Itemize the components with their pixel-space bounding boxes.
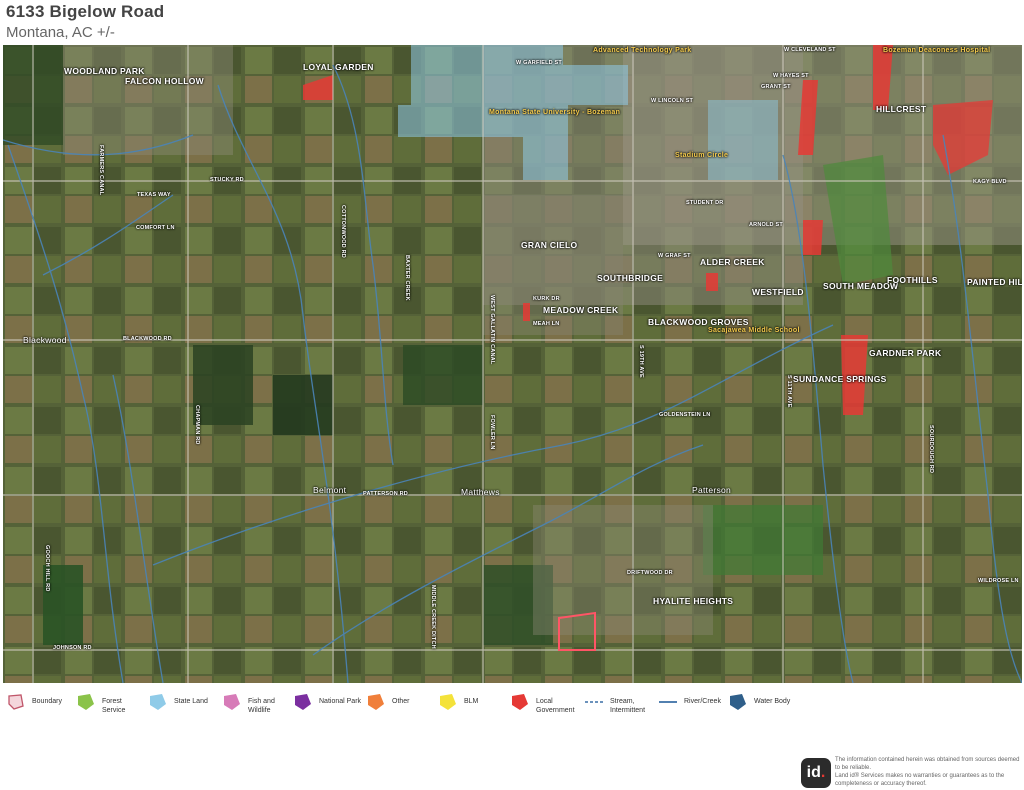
area-label-sundance-springs: SUNDANCE SPRINGS	[793, 374, 887, 384]
area-label-loyal-garden: LOYAL GARDEN	[303, 62, 374, 72]
poi-label-msu: Montana State University - Bozeman	[489, 109, 621, 116]
water-body-icon	[730, 694, 746, 710]
legend-item-local-government: Local Government	[510, 692, 575, 716]
area-label-falcon-hollow: FALCON HOLLOW	[125, 76, 204, 86]
legend-item-stream-intermittent: Stream, Intermittent	[584, 692, 645, 716]
local-government-icon	[512, 694, 528, 710]
legend-label-other: Other	[392, 698, 410, 705]
land-id-logo: id.	[801, 758, 831, 788]
town-label-matthews: Matthews	[461, 487, 500, 497]
road-label-texas-way: TEXAS WAY	[137, 192, 171, 198]
road-label-fowler-ln: FOWLER LN	[489, 415, 495, 450]
legend-label-boundary: Boundary	[32, 698, 62, 705]
legend-label-blm: BLM	[464, 698, 479, 705]
legend-label-state-land: State Land	[174, 698, 208, 705]
road-label-arnold-st: ARNOLD ST	[749, 222, 783, 228]
legend-label-fish-wildlife: Fish and Wildlife	[248, 698, 275, 714]
legend-item-water-body: Water Body	[728, 692, 790, 712]
other-icon	[368, 694, 384, 710]
river-creek-icon	[659, 701, 677, 703]
road-label-w-garfield-st: W GARFIELD ST	[516, 60, 562, 66]
legend-item-national-park: National Park	[293, 692, 361, 712]
legend-item-other: Other	[366, 692, 410, 712]
poi-label-advanced-technology-park: Advanced Technology Park	[593, 47, 692, 54]
national-park-icon	[295, 694, 311, 710]
road-label-sourdough-rd: SOURDOUGH RD	[928, 425, 934, 474]
legend-label-water-body: Water Body	[754, 698, 791, 705]
road-label-w-lincoln-st: W LINCOLN ST	[651, 98, 694, 104]
town-label-blackwood: Blackwood	[23, 335, 67, 345]
legend-label-local-government: Local Government	[536, 698, 575, 714]
legend-label-national-park: National Park	[319, 698, 362, 705]
area-label-woodland-park: WOODLAND PARK	[64, 66, 145, 76]
map-header: 6133 Bigelow Road Montana, AC +/-	[6, 2, 164, 41]
map-legend: Boundary Forest Service State Land Fish …	[0, 688, 1024, 728]
page-title: 6133 Bigelow Road	[6, 2, 165, 21]
aerial-map[interactable]: WOODLAND PARK FALCON HOLLOW LOYAL GARDEN…	[3, 45, 1022, 683]
road-label-west-gallatin-canal: WEST GALLATIN CANAL	[489, 295, 495, 365]
road-label-stucky-rd: STUCKY RD	[210, 177, 244, 183]
road-label-w-cleveland-st: W CLEVELAND ST	[784, 47, 836, 53]
road-label-johnson-rd: JOHNSON RD	[53, 645, 92, 651]
fish-wildlife-icon	[224, 694, 240, 710]
boundary-icon	[8, 694, 24, 710]
area-label-meadow-creek: MEADOW CREEK	[543, 305, 619, 315]
area-label-hillcrest: HILLCREST	[876, 104, 927, 114]
road-label-grant-st: GRANT ST	[761, 84, 791, 90]
area-label-blackwood-groves: BLACKWOOD GROVES	[648, 317, 749, 327]
road-label-goldenstein-ln: GOLDENSTEIN LN	[659, 412, 711, 418]
legend-item-blm: BLM	[438, 692, 478, 712]
road-label-kagy-blvd: KAGY BLVD	[973, 179, 1007, 185]
road-label-s-19th-ave: S 19TH AVE	[638, 345, 644, 378]
stream-intermittent-icon	[585, 701, 603, 703]
map-imagery	[3, 45, 1022, 683]
road-label-kurk-dr: KURK DR	[533, 296, 560, 302]
road-label-driftwood-dr: DRIFTWOOD DR	[627, 570, 673, 576]
area-label-foothills: FOOTHILLS	[887, 275, 938, 285]
road-label-chapman-rd: CHAPMAN RD	[194, 405, 200, 445]
road-label-blackwood-rd: BLACKWOOD RD	[123, 336, 172, 342]
road-label-baxter-creek: BAXTER CREEK	[404, 255, 410, 301]
disclaimer-text: The information contained herein was obt…	[835, 757, 1020, 788]
road-label-w-graf-st: W GRAF ST	[658, 253, 691, 259]
legend-item-fish-wildlife: Fish and Wildlife	[222, 692, 275, 716]
area-label-westfield: WESTFIELD	[752, 287, 804, 297]
legend-item-river-creek: River/Creek	[658, 692, 721, 712]
area-label-hyalite-heights: HYALITE HEIGHTS	[653, 596, 734, 606]
poi-label-stadium: Stadium Circle	[675, 152, 729, 159]
area-label-alder-creek: ALDER CREEK	[700, 257, 765, 267]
road-label-student-dr: STUDENT DR	[686, 200, 724, 206]
road-label-middle-creek-ditch: MIDDLE CREEK DITCH	[430, 585, 436, 649]
area-label-gran-cielo: GRAN CIELO	[521, 240, 578, 250]
road-label-patterson-rd: PATTERSON RD	[363, 491, 408, 497]
logo-dot: .	[820, 764, 826, 781]
area-label-southbridge: SOUTHBRIDGE	[597, 273, 664, 283]
legend-label-stream-intermittent: Stream, Intermittent	[610, 698, 646, 714]
road-label-meah-ln: MEAH LN	[533, 321, 560, 327]
poi-label-sacajawea-middle-school: Sacajawea Middle School	[708, 327, 800, 334]
blm-icon	[440, 694, 456, 710]
town-label-patterson: Patterson	[692, 485, 732, 495]
road-label-s-11th-ave: S 11TH AVE	[786, 375, 792, 408]
road-label-comfort-ln: COMFORT LN	[136, 225, 175, 231]
area-label-painted-hills: PAINTED HILLS	[967, 277, 1022, 287]
state-land-icon	[150, 694, 166, 710]
area-label-gardner-park: GARDNER PARK	[869, 348, 942, 358]
road-label-w-hayes-st: W HAYES ST	[773, 73, 809, 79]
logo-text: id	[806, 764, 821, 781]
legend-item-boundary: Boundary	[6, 692, 62, 712]
legend-label-forest-service: Forest Service	[102, 698, 126, 714]
forest-service-icon	[78, 694, 94, 710]
town-label-belmont: Belmont	[313, 485, 347, 495]
road-label-farmers-canal: FARMERS CANAL	[98, 145, 104, 196]
legend-item-state-land: State Land	[148, 692, 208, 712]
legend-label-river-creek: River/Creek	[684, 698, 721, 705]
page-subtitle: Montana, AC +/-	[6, 24, 115, 41]
road-label-gooch-hill-rd: GOOCH HILL RD	[44, 545, 50, 592]
legend-item-forest-service: Forest Service	[76, 692, 125, 716]
road-label-wildrose-ln: WILDROSE LN	[978, 578, 1019, 584]
poi-label-bozeman-deaconess-hospital: Bozeman Deaconess Hospital	[883, 47, 991, 54]
road-label-cottonwood-rd: COTTONWOOD RD	[340, 205, 346, 258]
